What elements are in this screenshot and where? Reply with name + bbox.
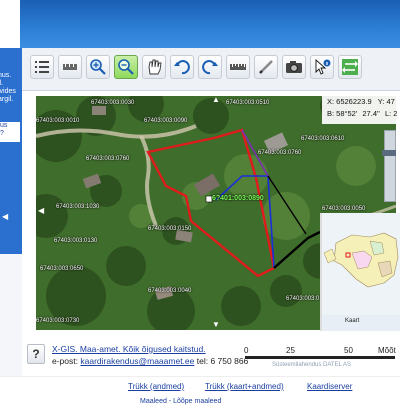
scale-label-0: 0 [244, 346, 249, 355]
coord-y: Y: 47 [377, 97, 395, 106]
pan-south-arrow-icon[interactable]: ▼ [212, 320, 220, 329]
zoom-out-button[interactable] [114, 55, 138, 79]
ruler-icon [63, 64, 77, 70]
estonia-overview-map [322, 213, 400, 315]
left-panel-text: nus. il. ivides argil. [0, 72, 22, 104]
bottom-cut-text[interactable]: Maaleed - Lõõpe maaleed [140, 398, 221, 405]
swap-button[interactable] [338, 55, 362, 79]
zoom-slider[interactable] [384, 130, 396, 202]
parcel-label: 67403:003:0760 [258, 150, 302, 156]
help-button[interactable]: ? [27, 344, 45, 364]
zoom-out-icon [118, 59, 134, 75]
app-header-bar [0, 0, 400, 48]
email-link[interactable]: kaardirakendus@maaamet.ee [80, 356, 194, 366]
parcel-label: 67403:003:0150 [148, 226, 192, 232]
undo-button[interactable] [170, 55, 194, 79]
pan-button[interactable] [142, 55, 166, 79]
pan-west-arrow-icon[interactable]: ◀ [38, 206, 44, 215]
redo-icon [202, 60, 218, 75]
phone-number: 6 750 866 [210, 356, 249, 366]
left-collapse-arrow-icon[interactable]: ◀ [2, 212, 8, 221]
scale-label-50: 50 [344, 346, 353, 355]
hand-icon [148, 59, 162, 75]
parcel-label: 67403:003:1030 [56, 204, 100, 210]
parcel-label: 67403:003:0010 [36, 118, 80, 124]
coord-b: B: 58°52' [327, 109, 358, 118]
minimap-label: Kaart [345, 318, 360, 324]
map-server-link[interactable]: Kaardiserver [307, 382, 352, 391]
selected-parcel-label[interactable]: 6?401:003:0890 [212, 195, 264, 202]
parcel-label: 67403:003:0510 [226, 100, 270, 106]
parcel-label: 67403:003:0730 [36, 318, 80, 324]
parcel-label: 67403:003:0050 [322, 206, 366, 212]
left-panel-line: il. [0, 80, 4, 87]
cursor-info-icon [315, 58, 331, 75]
credit-text: Süsteemilahendus DATEL AS [272, 362, 352, 368]
zoom-slider-handle[interactable] [382, 150, 396, 156]
phone-label: tel: [196, 356, 209, 366]
left-panel-line: argil. [0, 96, 14, 103]
scale-label-25: 25 [286, 346, 295, 355]
draw-button[interactable] [254, 55, 278, 79]
parcel-label: 67403:003:0040 [148, 288, 192, 294]
parcel-label: 67403:003:0030 [91, 100, 135, 106]
list-icon [35, 61, 49, 73]
left-panel-help-text[interactable]: us ? [0, 122, 20, 138]
redo-button[interactable] [198, 55, 222, 79]
parcel-label: 67403:003:0650 [40, 266, 84, 272]
header-left-white [0, 0, 20, 48]
copyright-link[interactable]: X-GIS. Maa-amet. Kõik õigused kaitstud. [52, 344, 206, 354]
layers-list-button[interactable] [30, 55, 54, 79]
pan-north-arrow-icon[interactable]: ▲ [212, 96, 220, 104]
overview-minimap[interactable] [320, 213, 400, 331]
coord-l: L: 2 [384, 109, 398, 118]
parcel-label: 67403:003:0760 [86, 156, 130, 162]
coordinate-readout: X: 6526223.9 Y: 47 B: 58°52' 27.4'' L: 2 [322, 96, 400, 124]
print-data-link[interactable]: Trükk (andmed) [128, 382, 184, 391]
swap-icon [342, 59, 358, 75]
parcel-label: 67403:003:0610 [301, 136, 345, 142]
print-map-data-link[interactable]: Trükk (kaart+andmed) [205, 382, 284, 391]
left-box-line: us [0, 122, 8, 129]
contact-line: e-post: kaardirakendus@maaamet.ee tel: 6… [52, 356, 248, 366]
coord-x: X: 6526223.9 [327, 97, 372, 106]
copyright-text: X-GIS. Maa-amet. Kõik õigused kaitstud. [52, 344, 206, 354]
scale-unit-label: Mõõt [378, 346, 396, 355]
zoom-in-button[interactable] [86, 55, 110, 79]
ruler-icon [230, 64, 246, 70]
left-panel-line: ivides [0, 88, 16, 95]
pencil-icon [259, 60, 273, 74]
left-panel-line: nus. [0, 72, 12, 79]
zoom-in-icon [90, 59, 106, 75]
info-measure-button[interactable] [58, 55, 82, 79]
email-label: e-post: [52, 356, 78, 366]
measure-button[interactable] [226, 55, 250, 79]
camera-icon [286, 61, 302, 73]
parcel-label: 67403:003:0130 [54, 238, 98, 244]
left-box-line: ? [0, 130, 4, 137]
parcel-label: 67403:003:0090 [144, 118, 188, 124]
coord-b-seconds: 27.4'' [362, 109, 380, 118]
scale-bar [245, 356, 395, 359]
identify-button[interactable] [310, 55, 334, 79]
undo-icon [174, 60, 190, 75]
screenshot-button[interactable] [282, 55, 306, 79]
